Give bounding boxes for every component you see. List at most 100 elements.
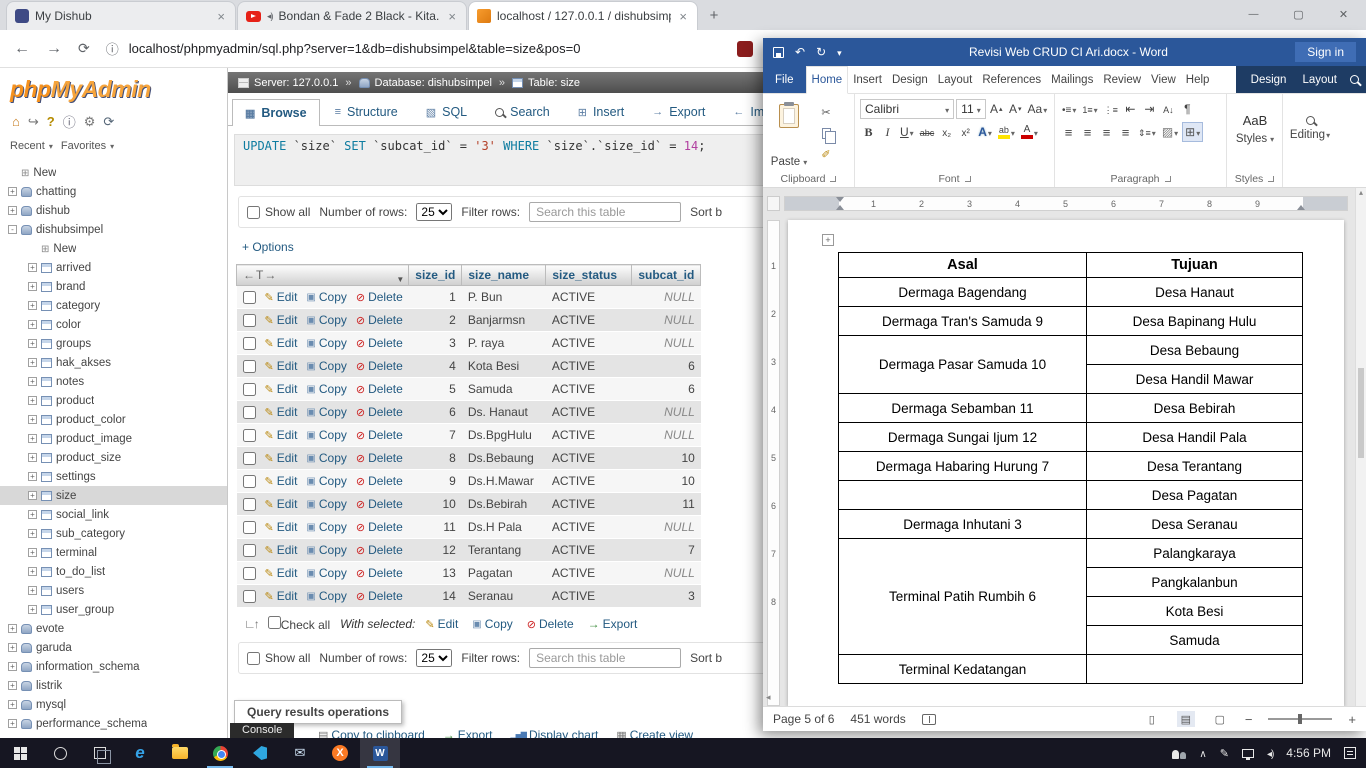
edit-link[interactable]: ✎Edit <box>265 474 298 488</box>
doc-col-tujuan[interactable]: Tujuan <box>1087 253 1303 278</box>
edit-link[interactable]: ✎Edit <box>265 405 298 419</box>
delete-link[interactable]: ⊘Delete <box>356 474 403 488</box>
ribbon-tab-review[interactable]: Review <box>1098 66 1146 93</box>
copy-link[interactable]: ▣Copy <box>306 497 346 511</box>
print-layout-button[interactable] <box>1177 711 1195 727</box>
row-checkbox[interactable] <box>243 383 256 396</box>
delete-link[interactable]: ⊘Delete <box>356 290 403 304</box>
settings-gear-icon[interactable] <box>84 114 96 130</box>
ribbon-tab-design[interactable]: Design <box>887 66 933 93</box>
tree-item[interactable]: +dishub <box>0 201 227 220</box>
delete-link[interactable]: ⊘Delete <box>356 589 403 603</box>
edit-link[interactable]: ✎Edit <box>265 336 298 350</box>
sign-in-button[interactable]: Sign in <box>1295 42 1356 62</box>
align-left-button[interactable] <box>1060 122 1077 142</box>
taskbar-chrome[interactable] <box>200 738 240 768</box>
filter-input[interactable] <box>529 648 681 668</box>
pma-tab-insert[interactable]: ⊞Insert <box>565 98 637 125</box>
logout-icon[interactable] <box>28 114 39 130</box>
paste-button[interactable]: Paste <box>768 99 810 170</box>
undo-icon[interactable] <box>795 45 805 59</box>
breadcrumb-item[interactable]: Database: dishubsimpel <box>359 77 492 89</box>
tree-item[interactable]: +social_link <box>0 505 227 524</box>
ribbon-tab-help[interactable]: Help <box>1181 66 1215 93</box>
tree-item[interactable]: +size <box>0 486 227 505</box>
tree-item[interactable]: +hak_akses <box>0 353 227 372</box>
proofing-icon[interactable] <box>922 714 936 725</box>
pma-tab-search[interactable]: Search <box>482 98 563 125</box>
tree-item[interactable]: +sub_category <box>0 524 227 543</box>
left-indent-marker[interactable] <box>836 205 844 210</box>
right-indent-marker[interactable] <box>1297 205 1305 210</box>
breadcrumb-item[interactable]: Server: 127.0.0.1 <box>238 77 338 89</box>
cell-asal[interactable]: Dermaga Inhutani 3 <box>839 510 1087 539</box>
minimize-button[interactable] <box>1231 0 1276 28</box>
dialog-launcher-icon[interactable] <box>830 176 836 182</box>
decrease-indent-button[interactable] <box>1122 99 1139 119</box>
cell-tujuan[interactable]: Pangkalanbun <box>1087 568 1303 597</box>
copy-link[interactable]: ▣Copy <box>306 451 346 465</box>
font-size-select[interactable]: 11 <box>956 99 986 119</box>
docs-info-icon[interactable] <box>63 112 76 131</box>
taskbar-vscode[interactable] <box>240 738 280 768</box>
qat-customize-icon[interactable] <box>837 45 842 59</box>
favorites-dropdown[interactable]: Favorites <box>61 140 114 152</box>
row-checkbox[interactable] <box>243 544 256 557</box>
copy-link[interactable]: ▣Copy <box>306 313 346 327</box>
copy-link[interactable]: ▣Copy <box>306 543 346 557</box>
word-count[interactable]: 451 words <box>850 712 905 726</box>
row-checkbox[interactable] <box>243 337 256 350</box>
zoom-thumb[interactable] <box>1298 714 1302 724</box>
sort-button[interactable] <box>1160 99 1177 119</box>
cut-button[interactable] <box>815 103 837 121</box>
table-move-handle[interactable] <box>822 234 834 246</box>
check-all-checkbox[interactable] <box>268 616 281 629</box>
font-color-button[interactable] <box>1019 122 1040 142</box>
ribbon-tab-insert[interactable]: Insert <box>848 66 887 93</box>
first-line-indent-marker[interactable] <box>836 197 844 202</box>
row-checkbox[interactable] <box>243 452 256 465</box>
breadcrumb-item[interactable]: Table: size <box>512 77 580 89</box>
edit-link[interactable]: ✎Edit <box>265 359 298 373</box>
cell-tujuan[interactable]: Desa Terantang <box>1087 452 1303 481</box>
taskbar-edge[interactable]: e <box>120 738 160 768</box>
tree-item[interactable]: +chatting <box>0 182 227 201</box>
document-page[interactable]: Asal Tujuan Dermaga BagendangDesa Hanaut… <box>788 220 1344 706</box>
copy-link[interactable]: ▣Copy <box>306 520 346 534</box>
expander-icon[interactable]: + <box>8 206 17 215</box>
tree-item[interactable]: +evote <box>0 619 227 638</box>
page-info-icon[interactable] <box>106 39 119 58</box>
tree-item[interactable]: +color <box>0 315 227 334</box>
expander-icon[interactable]: + <box>28 510 37 519</box>
recent-dropdown[interactable]: Recent <box>10 140 53 152</box>
delete-link[interactable]: ⊘Delete <box>356 497 403 511</box>
tree-item[interactable]: +to_do_list <box>0 562 227 581</box>
cell-asal[interactable]: Dermaga Pasar Samuda 10 <box>839 336 1087 394</box>
people-icon[interactable] <box>1171 748 1186 759</box>
cell-asal[interactable]: Terminal Patih Rumbih 6 <box>839 539 1087 655</box>
tree-item[interactable]: +brand <box>0 277 227 296</box>
grow-font-button[interactable]: A▴ <box>988 99 1005 119</box>
numbering-button[interactable] <box>1080 99 1099 119</box>
redo-icon[interactable] <box>816 45 826 59</box>
pma-tab-export[interactable]: →Export <box>639 98 718 125</box>
expander-icon[interactable]: + <box>28 358 37 367</box>
column-header-size_id[interactable]: size_id <box>409 265 462 286</box>
tree-item[interactable]: +product_image <box>0 429 227 448</box>
edit-link[interactable]: ✎Edit <box>265 497 298 511</box>
tab-close-icon[interactable]: × <box>677 9 689 24</box>
column-header-subcat_id[interactable]: subcat_id <box>632 265 701 286</box>
expander-icon[interactable]: + <box>28 453 37 462</box>
tree-item[interactable]: +groups <box>0 334 227 353</box>
task-view-button[interactable] <box>80 738 120 768</box>
browser-tab[interactable]: My Dishub× <box>6 1 236 30</box>
row-checkbox[interactable] <box>243 314 256 327</box>
expander-icon[interactable]: + <box>8 187 17 196</box>
highlight-button[interactable] <box>996 122 1017 142</box>
cell-tujuan[interactable]: Samuda <box>1087 626 1303 655</box>
delete-link[interactable]: ⊘Delete <box>356 520 403 534</box>
tree-item[interactable]: +user_group <box>0 600 227 619</box>
copy-link[interactable]: ▣Copy <box>306 336 346 350</box>
edit-link[interactable]: ✎Edit <box>265 451 298 465</box>
refresh-icon[interactable] <box>103 114 114 130</box>
